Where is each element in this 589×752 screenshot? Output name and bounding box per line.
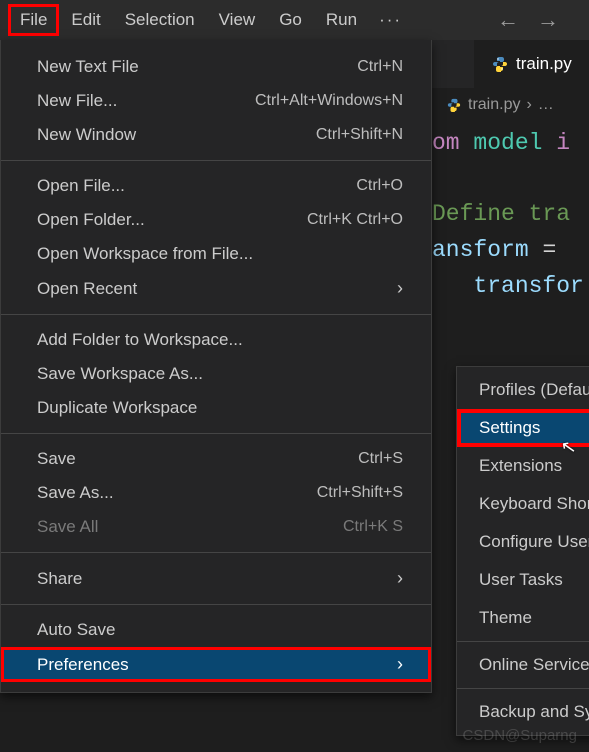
menu-item-label: Auto Save (37, 620, 403, 640)
menu-separator (457, 688, 589, 689)
menu-new-file[interactable]: New File... Ctrl+Alt+Windows+N (1, 84, 431, 118)
tab-trainpy[interactable]: train.py (474, 40, 589, 88)
menu-item-label: Save Workspace As... (37, 364, 403, 384)
nav-arrows: ← → (497, 7, 581, 33)
menubar: File Edit Selection View Go Run ··· ← → (0, 0, 589, 40)
code-token: i (556, 130, 570, 156)
breadcrumb[interactable]: train.py › … (432, 88, 589, 122)
menu-item-label: Share (37, 569, 385, 589)
menu-item-label: Preferences (37, 655, 385, 675)
menu-separator (1, 160, 431, 161)
menu-share[interactable]: Share › (1, 561, 431, 596)
menu-add-folder-to-workspace[interactable]: Add Folder to Workspace... (1, 323, 431, 357)
tab-label: train.py (516, 54, 572, 74)
menu-item-label: Save All (37, 517, 319, 537)
code-editor[interactable]: om model i Define tra ansform = transfor (432, 122, 589, 304)
menu-item-label: Open Folder... (37, 210, 283, 230)
menu-separator (1, 604, 431, 605)
menu-open-folder[interactable]: Open Folder... Ctrl+K Ctrl+O (1, 203, 431, 237)
breadcrumb-file: train.py (468, 96, 520, 114)
menu-item-label: New Window (37, 125, 292, 145)
menu-item-label: Save (37, 449, 334, 469)
submenu-user-tasks[interactable]: User Tasks (457, 561, 589, 599)
menu-item-label: New Text File (37, 57, 333, 77)
menu-duplicate-workspace[interactable]: Duplicate Workspace (1, 391, 431, 425)
menu-item-label: Open Recent (37, 279, 385, 299)
submenu-theme[interactable]: Theme (457, 599, 589, 637)
menu-open-recent[interactable]: Open Recent › (1, 271, 431, 306)
menu-item-label: Save As... (37, 483, 293, 503)
menubar-edit[interactable]: Edit (59, 4, 112, 36)
menu-open-workspace-from-file[interactable]: Open Workspace from File... (1, 237, 431, 271)
menu-save[interactable]: Save Ctrl+S (1, 442, 431, 476)
menu-save-workspace-as[interactable]: Save Workspace As... (1, 357, 431, 391)
menu-open-file[interactable]: Open File... Ctrl+O (1, 169, 431, 203)
menu-item-shortcut: Ctrl+O (356, 177, 403, 195)
breadcrumb-more: … (538, 96, 554, 114)
python-icon (492, 56, 508, 72)
menu-separator (1, 433, 431, 434)
chevron-right-icon: › (397, 278, 403, 299)
submenu-keyboard-shortcuts[interactable]: Keyboard Shortcuts (457, 485, 589, 523)
submenu-profiles[interactable]: Profiles (Default) (457, 371, 589, 409)
chevron-right-icon: › (526, 96, 531, 114)
menu-new-text-file[interactable]: New Text File Ctrl+N (1, 50, 431, 84)
menu-item-label: Open Workspace from File... (37, 244, 403, 264)
menu-item-shortcut: Ctrl+S (358, 450, 403, 468)
chevron-right-icon: › (397, 568, 403, 589)
menubar-overflow-icon[interactable]: ··· (369, 4, 412, 36)
menubar-view[interactable]: View (207, 4, 268, 36)
menu-separator (1, 552, 431, 553)
menu-save-all: Save All Ctrl+K S (1, 510, 431, 544)
code-token: ansform (432, 237, 529, 263)
menu-item-shortcut: Ctrl+Shift+N (316, 126, 403, 144)
menubar-selection[interactable]: Selection (113, 4, 207, 36)
menu-item-shortcut: Ctrl+N (357, 58, 403, 76)
tab-row: train.py (432, 40, 589, 88)
code-token: transfor (473, 273, 583, 299)
submenu-backup-sync[interactable]: Backup and Sync Settings (457, 693, 589, 731)
preferences-submenu: Profiles (Default) Settings Extensions K… (456, 366, 589, 736)
menu-item-label: Add Folder to Workspace... (37, 330, 403, 350)
python-icon (446, 97, 462, 113)
submenu-online-services[interactable]: Online Services Settings (457, 646, 589, 684)
menu-item-shortcut: Ctrl+K S (343, 518, 403, 536)
code-token: model (473, 130, 542, 156)
menu-separator (1, 314, 431, 315)
menu-separator (457, 641, 589, 642)
menu-preferences[interactable]: Preferences › (1, 647, 431, 682)
nav-forward-icon[interactable]: → (537, 7, 559, 33)
menu-item-label: Open File... (37, 176, 332, 196)
menu-item-shortcut: Ctrl+Alt+Windows+N (255, 92, 403, 110)
nav-back-icon[interactable]: ← (497, 7, 519, 33)
code-token: om (432, 130, 460, 156)
menu-item-shortcut: Ctrl+Shift+S (317, 484, 403, 502)
menu-auto-save[interactable]: Auto Save (1, 613, 431, 647)
code-token: Define tra (432, 201, 570, 227)
menu-new-window[interactable]: New Window Ctrl+Shift+N (1, 118, 431, 152)
menubar-file[interactable]: File (8, 4, 59, 36)
menu-item-label: Duplicate Workspace (37, 398, 403, 418)
menubar-go[interactable]: Go (267, 4, 314, 36)
submenu-configure-user-snippets[interactable]: Configure User Snippets (457, 523, 589, 561)
file-menu-dropdown: New Text File Ctrl+N New File... Ctrl+Al… (0, 40, 432, 693)
menu-save-as[interactable]: Save As... Ctrl+Shift+S (1, 476, 431, 510)
menu-item-label: New File... (37, 91, 231, 111)
chevron-right-icon: › (397, 654, 403, 675)
menu-item-shortcut: Ctrl+K Ctrl+O (307, 211, 403, 229)
code-token: = (542, 237, 556, 263)
menubar-run[interactable]: Run (314, 4, 369, 36)
